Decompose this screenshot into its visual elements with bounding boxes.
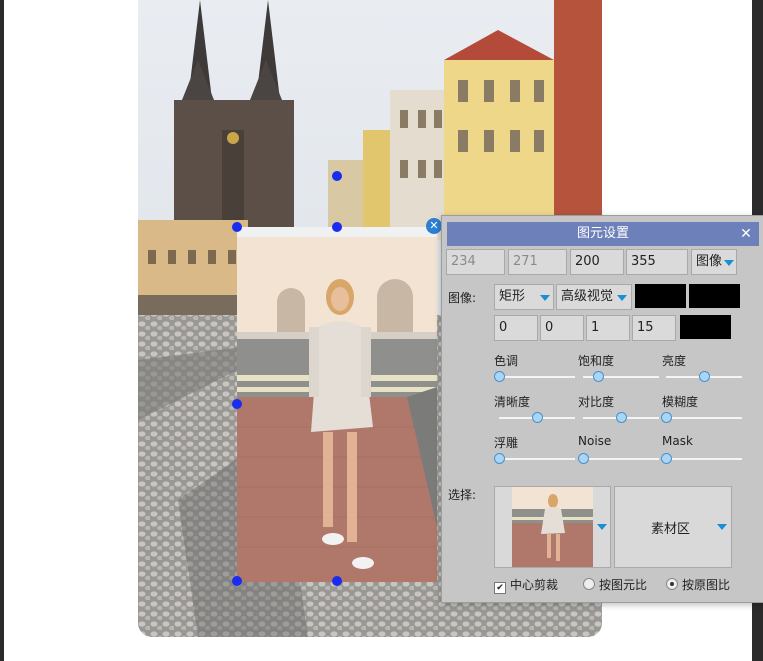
slider-label-emboss: 浮雕 — [494, 436, 519, 450]
slider-label-noise: Noise — [578, 434, 612, 448]
center-crop-label: 中心剪裁 — [510, 578, 559, 592]
left-edge — [0, 0, 4, 661]
select-label: 选择: — [448, 488, 477, 502]
shadow-color-swatch[interactable] — [680, 315, 731, 339]
position-y-input[interactable]: 271 — [508, 249, 567, 275]
slider-label-blur: 模糊度 — [662, 395, 699, 409]
width-input[interactable]: 200 — [570, 249, 624, 275]
resize-handle-top[interactable] — [332, 222, 342, 232]
ratio-element-label: 按图元比 — [599, 578, 648, 592]
slider-knob[interactable] — [494, 453, 505, 464]
slider-label-brightness: 亮度 — [662, 354, 687, 368]
panel-title: 图元设置 — [576, 226, 629, 241]
delete-element-icon[interactable]: ✕ — [426, 218, 442, 234]
selected-image-element[interactable] — [237, 227, 437, 582]
radio-icon[interactable] — [583, 578, 595, 590]
emboss-slider[interactable] — [494, 453, 575, 465]
slider-knob[interactable] — [616, 412, 627, 423]
center-crop-option[interactable]: ✔ 中心剪裁 — [494, 576, 558, 594]
slider-knob[interactable] — [532, 412, 543, 423]
chevron-down-icon[interactable] — [597, 524, 607, 530]
material-area-select[interactable]: 素材区 — [614, 486, 732, 568]
offset-input-3[interactable]: 1 — [586, 315, 630, 341]
slider-knob[interactable] — [699, 371, 710, 382]
close-icon[interactable]: ✕ — [737, 222, 755, 246]
slider-knob[interactable] — [661, 412, 672, 423]
panel-title-bar[interactable]: 图元设置 ✕ — [447, 222, 759, 246]
element-settings-panel: 图元设置 ✕ 234 271 200 355 图像 图像: 矩形 高级视觉 0 … — [441, 215, 763, 603]
checkbox-checked-icon[interactable]: ✔ — [494, 582, 506, 594]
girl-street-photo — [237, 227, 437, 582]
position-x-input[interactable]: 234 — [446, 249, 505, 275]
element-type-value: 图像 — [696, 254, 723, 269]
slider-knob[interactable] — [661, 453, 672, 464]
saturation-slider[interactable] — [583, 371, 659, 383]
sharpness-slider[interactable] — [499, 412, 575, 424]
border-color-swatch[interactable] — [689, 284, 740, 308]
radio-selected-icon[interactable] — [666, 578, 678, 590]
ratio-original-label: 按原图比 — [682, 578, 731, 592]
chevron-down-icon — [724, 260, 734, 266]
selected-image-thumbnail — [512, 487, 593, 567]
ratio-original-option[interactable]: 按原图比 — [666, 576, 730, 593]
image-label: 图像: — [448, 291, 477, 305]
chevron-down-icon — [717, 524, 727, 530]
chevron-down-icon — [540, 295, 550, 301]
slider-label-sharpness: 清晰度 — [494, 395, 531, 409]
rotate-handle[interactable] — [332, 171, 342, 181]
element-type-select[interactable]: 图像 — [691, 249, 737, 275]
resize-handle-top-left[interactable] — [232, 222, 242, 232]
view-value: 高级视觉 — [561, 289, 614, 304]
height-input[interactable]: 355 — [626, 249, 688, 275]
offset-input-1[interactable]: 0 — [494, 315, 538, 341]
slider-knob[interactable] — [494, 371, 505, 382]
view-select[interactable]: 高级视觉 — [556, 284, 632, 310]
resize-handle-bottom[interactable] — [332, 576, 342, 586]
resize-handle-bottom-left[interactable] — [232, 576, 242, 586]
image-picker[interactable] — [494, 486, 611, 568]
slider-knob[interactable] — [578, 453, 589, 464]
noise-slider[interactable] — [578, 453, 659, 465]
material-area-label: 素材区 — [651, 522, 691, 537]
slider-label-saturation: 饱和度 — [578, 354, 615, 368]
ratio-element-option[interactable]: 按图元比 — [583, 576, 647, 593]
fill-color-swatch[interactable] — [635, 284, 686, 308]
brightness-slider[interactable] — [666, 371, 742, 383]
mask-slider[interactable] — [661, 453, 742, 465]
shape-value: 矩形 — [499, 289, 526, 304]
resize-handle-left[interactable] — [232, 399, 242, 409]
shape-select[interactable]: 矩形 — [494, 284, 554, 310]
blur-slider[interactable] — [661, 412, 742, 424]
slider-knob[interactable] — [593, 371, 605, 382]
slider-label-mask: Mask — [662, 434, 693, 448]
hue-slider[interactable] — [494, 371, 575, 383]
slider-label-hue: 色调 — [494, 354, 519, 368]
slider-label-contrast: 对比度 — [578, 395, 615, 409]
offset-input-2[interactable]: 0 — [540, 315, 584, 341]
chevron-down-icon — [617, 295, 627, 301]
contrast-slider[interactable] — [583, 412, 659, 424]
offset-input-4[interactable]: 15 — [632, 315, 676, 341]
